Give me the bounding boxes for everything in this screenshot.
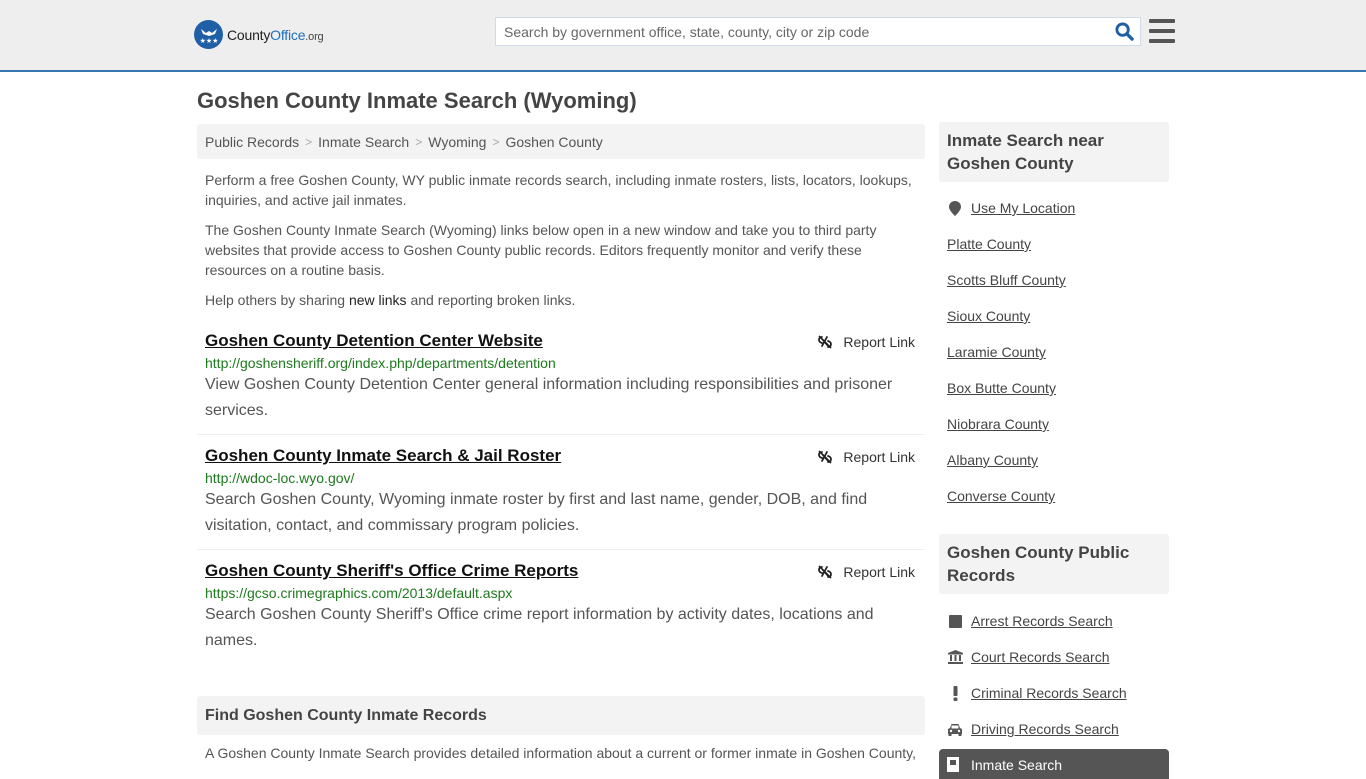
breadcrumb-inmate-search[interactable]: Inmate Search xyxy=(318,134,409,150)
search-button[interactable] xyxy=(1108,18,1140,45)
find-records-heading: Find Goshen County Inmate Records xyxy=(197,696,925,735)
nearby-county-link[interactable]: Niobrara County xyxy=(947,416,1049,432)
use-my-location-link[interactable]: Use My Location xyxy=(971,200,1075,216)
resource-link-url: http://goshensheriff.org/index.php/depar… xyxy=(205,355,556,371)
inmate-search-active-item[interactable]: Inmate Search xyxy=(939,749,1169,779)
courthouse-icon xyxy=(947,650,963,664)
nearby-county-link[interactable]: Scotts Bluff County xyxy=(947,272,1066,288)
report-link-button[interactable]: Report Link xyxy=(817,564,915,580)
intro-paragraph-2: The Goshen County Inmate Search (Wyoming… xyxy=(205,222,877,278)
site-name: CountyOffice.org xyxy=(227,26,324,43)
resource-links-list: Goshen County Detention Center Website R… xyxy=(197,330,925,664)
resource-link-title[interactable]: Goshen County Detention Center Website xyxy=(205,330,543,352)
arrest-records-link[interactable]: Arrest Records Search xyxy=(971,613,1113,629)
svg-text:★★★: ★★★ xyxy=(199,37,218,45)
intro-paragraph-3: Help others by sharing new links and rep… xyxy=(205,292,576,308)
nearby-county-link[interactable]: Box Butte County xyxy=(947,380,1056,396)
nearby-county-item: Box Butte County xyxy=(947,370,1161,406)
jail-door-icon xyxy=(947,757,963,775)
resource-link-item: Goshen County Sheriff's Office Crime Rep… xyxy=(197,560,925,664)
record-type-item: Criminal Records Search xyxy=(947,675,1161,711)
eagle-logo-icon: ★★★ xyxy=(194,20,223,49)
report-link-button[interactable]: Report Link xyxy=(817,449,915,465)
nearby-county-item: Sioux County xyxy=(947,298,1161,334)
criminal-records-link[interactable]: Criminal Records Search xyxy=(971,685,1127,701)
page-title: Goshen County Inmate Search (Wyoming) xyxy=(197,88,637,113)
report-link-button[interactable]: Report Link xyxy=(817,334,915,350)
search-icon xyxy=(1114,22,1134,41)
top-header: ★★★ CountyOffice.org xyxy=(0,0,1366,72)
nearby-list: Use My Location Platte County Scotts Blu… xyxy=(939,182,1169,514)
public-records-heading: Goshen County Public Records xyxy=(939,534,1169,594)
breadcrumb-separator: > xyxy=(415,134,423,149)
intro-text: Perform a free Goshen County, WY public … xyxy=(197,170,925,310)
record-type-item: Driving Records Search xyxy=(947,711,1161,747)
hamburger-menu-icon[interactable] xyxy=(1149,19,1175,43)
breadcrumb-wyoming[interactable]: Wyoming xyxy=(428,134,486,150)
nearby-county-item: Scotts Bluff County xyxy=(947,262,1161,298)
resource-link-description: View Goshen County Detention Center gene… xyxy=(205,376,893,419)
car-icon xyxy=(947,723,963,736)
breadcrumb-public-records[interactable]: Public Records xyxy=(205,134,299,150)
search-input[interactable] xyxy=(496,18,1108,45)
new-links-link[interactable]: new links xyxy=(349,292,407,308)
driving-records-link[interactable]: Driving Records Search xyxy=(971,721,1119,737)
nearby-county-link[interactable]: Sioux County xyxy=(947,308,1030,324)
intro-paragraph-1: Perform a free Goshen County, WY public … xyxy=(205,172,912,208)
arrest-icon xyxy=(947,614,963,628)
nearby-county-link[interactable]: Laramie County xyxy=(947,344,1046,360)
record-type-item: Court Records Search xyxy=(947,639,1161,675)
record-type-item: Arrest Records Search xyxy=(947,603,1161,639)
find-records-body: A Goshen County Inmate Search provides d… xyxy=(205,745,917,761)
breadcrumb-separator: > xyxy=(492,134,500,149)
resource-link-url: http://wdoc-loc.wyo.gov/ xyxy=(205,470,355,486)
nearby-county-item: Albany County xyxy=(947,442,1161,478)
nearby-county-link[interactable]: Converse County xyxy=(947,488,1055,504)
resource-link-title[interactable]: Goshen County Inmate Search & Jail Roste… xyxy=(205,445,561,467)
resource-link-description: Search Goshen County Sheriff's Office cr… xyxy=(205,606,874,649)
nearby-county-item: Niobrara County xyxy=(947,406,1161,442)
court-records-link[interactable]: Court Records Search xyxy=(971,649,1110,665)
broken-link-icon xyxy=(818,335,833,349)
sidebar: Inmate Search near Goshen County Use My … xyxy=(939,122,1169,779)
resource-link-item: Goshen County Detention Center Website R… xyxy=(197,330,925,435)
site-search xyxy=(495,17,1141,46)
resource-link-url: https://gcso.crimegraphics.com/2013/defa… xyxy=(205,585,513,601)
nearby-county-item: Platte County xyxy=(947,226,1161,262)
nearby-county-link[interactable]: Platte County xyxy=(947,236,1031,252)
breadcrumb: Public Records > Inmate Search > Wyoming… xyxy=(197,124,925,159)
resource-link-description: Search Goshen County, Wyoming inmate ros… xyxy=(205,491,868,534)
site-logo[interactable]: ★★★ CountyOffice.org xyxy=(194,20,324,49)
breadcrumb-goshen-county[interactable]: Goshen County xyxy=(506,134,603,150)
inmate-search-label: Inmate Search xyxy=(971,757,1063,773)
resource-link-title[interactable]: Goshen County Sheriff's Office Crime Rep… xyxy=(205,560,578,582)
main-content: Public Records > Inmate Search > Wyoming… xyxy=(197,124,925,763)
resource-link-item: Goshen County Inmate Search & Jail Roste… xyxy=(197,445,925,550)
nearby-county-item: Laramie County xyxy=(947,334,1161,370)
broken-link-icon xyxy=(818,565,833,579)
nearby-county-item: Converse County xyxy=(947,478,1161,514)
breadcrumb-separator: > xyxy=(305,134,313,149)
nearby-heading: Inmate Search near Goshen County xyxy=(939,122,1169,182)
use-my-location-item: Use My Location xyxy=(947,190,1161,226)
public-records-list: Arrest Records Search Court Records Sear… xyxy=(939,594,1169,747)
nearby-county-link[interactable]: Albany County xyxy=(947,452,1038,468)
exclamation-icon xyxy=(947,685,963,701)
map-marker-icon xyxy=(947,200,963,216)
broken-link-icon xyxy=(818,450,833,464)
